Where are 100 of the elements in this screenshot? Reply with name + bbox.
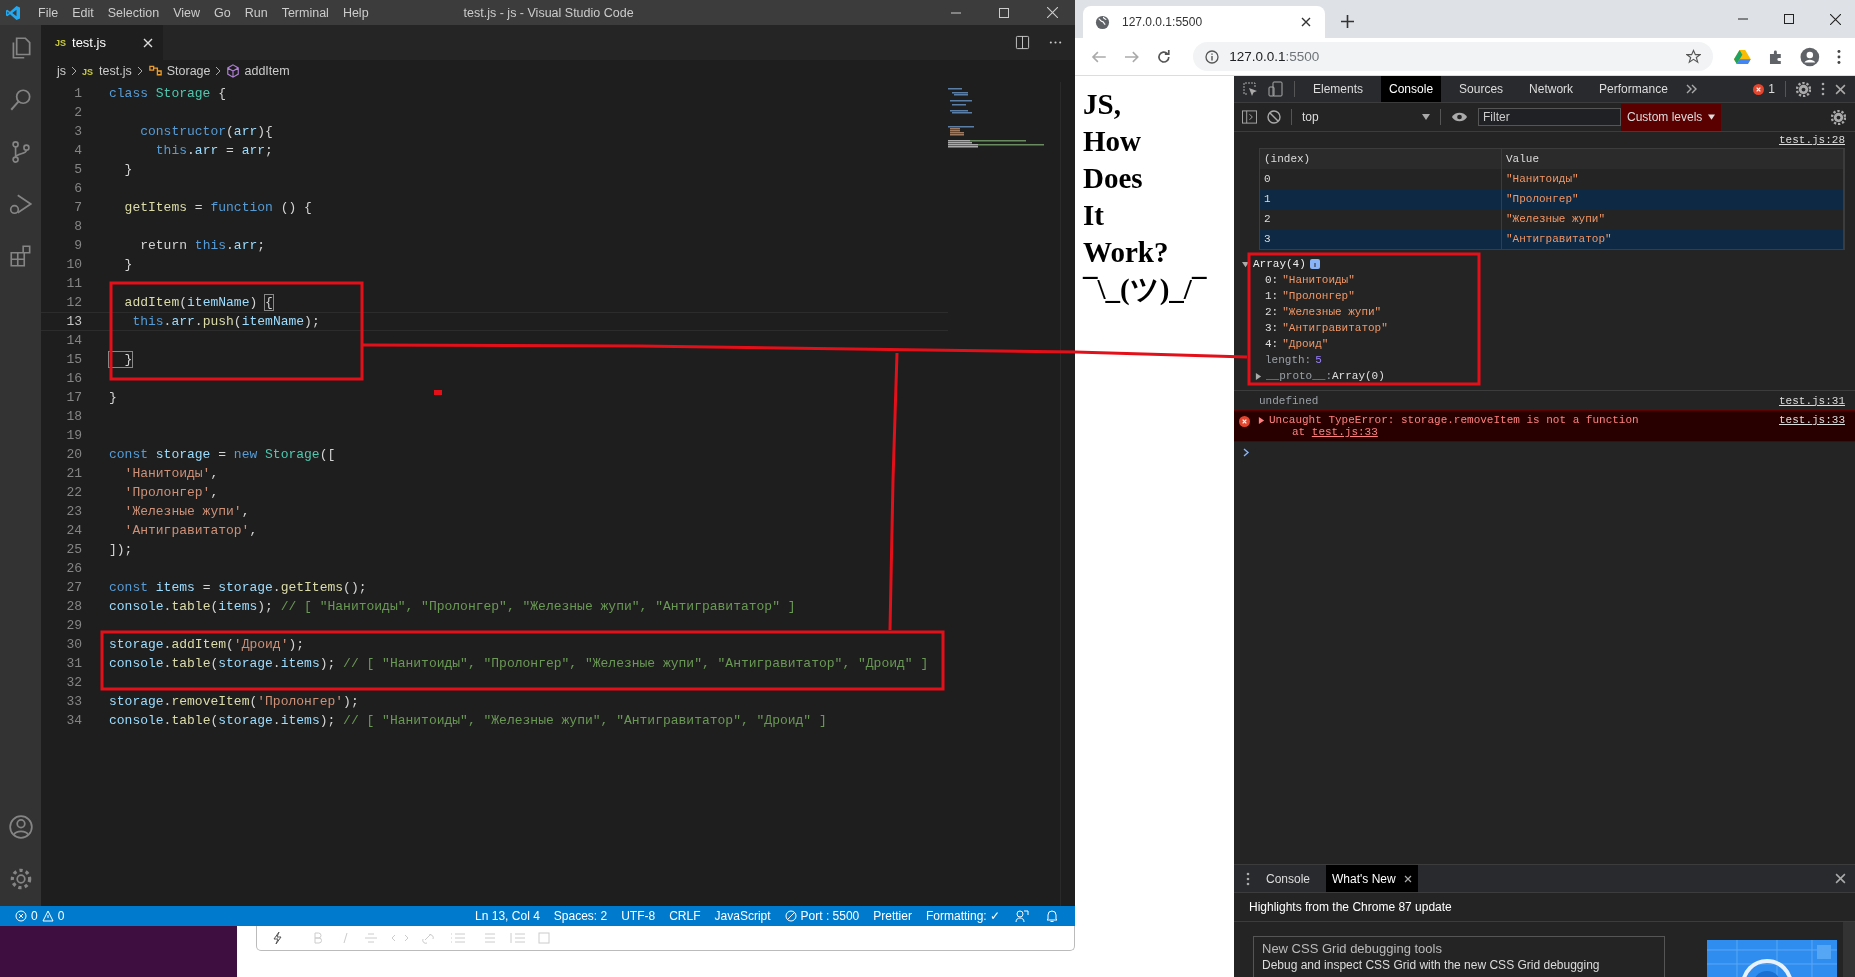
- more-tabs-icon[interactable]: [1685, 83, 1698, 95]
- browser-tab[interactable]: 127.0.0.1:5500: [1083, 6, 1325, 38]
- page-heading: Does: [1083, 161, 1144, 196]
- menu-icon[interactable]: [1837, 48, 1841, 65]
- line-number: 9: [73, 238, 82, 253]
- code-line: console.table(storage.items); // [ "Нанитоиды", "Пролонгер", "Железные жупи", "Антигравитатор", "Дроид" ]: [109, 656, 929, 671]
- line-number: 29: [65, 618, 82, 633]
- line-number: 5: [73, 162, 82, 177]
- close-icon[interactable]: [1835, 873, 1846, 884]
- account-icon[interactable]: [7, 814, 34, 840]
- status-item[interactable]: CRLF: [662, 909, 708, 923]
- bell-icon[interactable]: [1045, 909, 1059, 923]
- line-number: 28: [65, 599, 82, 614]
- menu-item[interactable]: Run: [237, 5, 275, 20]
- close-icon[interactable]: [1403, 874, 1412, 883]
- globe-icon: [1095, 14, 1110, 30]
- split-editor-icon[interactable]: [1015, 35, 1030, 50]
- devtools-tab[interactable]: Network: [1521, 76, 1582, 102]
- drawer-tab[interactable]: What's New: [1326, 865, 1418, 892]
- expand-triangle-icon[interactable]: [1258, 416, 1265, 424]
- maximize-icon[interactable]: [1784, 14, 1794, 24]
- feature-card[interactable]: New CSS Grid debugging tools Debug and inspect CSS Grid with the new CSS Grid debugging: [1253, 936, 1665, 977]
- device-icon[interactable]: [1268, 81, 1284, 97]
- context-select[interactable]: top: [1302, 110, 1430, 124]
- drawer-tab[interactable]: Console: [1260, 865, 1317, 892]
- prompt-icon[interactable]: [1243, 448, 1250, 457]
- breadcrumb-item[interactable]: Storage: [166, 64, 211, 78]
- error-count-badge[interactable]: 1: [1753, 82, 1775, 96]
- breadcrumb-item[interactable]: JS test.js: [82, 64, 132, 78]
- status-item[interactable]: Ln 13, Col 4: [468, 909, 547, 923]
- breadcrumb-item[interactable]: addItem: [244, 64, 290, 78]
- menu-item[interactable]: Selection: [100, 5, 167, 20]
- drawer-headline: Highlights from the Chrome 87 update: [1249, 900, 1452, 914]
- error-icon: [1239, 416, 1250, 427]
- devtools-tab[interactable]: Performance: [1591, 76, 1676, 102]
- expand-triangle-icon[interactable]: [1242, 260, 1249, 268]
- vscode-logo-icon: [5, 4, 21, 21]
- status-item[interactable]: Prettier: [866, 909, 919, 923]
- line-number: 26: [65, 561, 82, 576]
- clear-icon[interactable]: [1267, 110, 1281, 124]
- line-number: 18: [65, 409, 82, 424]
- levels-dropdown[interactable]: Custom levels: [1621, 103, 1722, 131]
- editor-tab[interactable]: JS test.js: [41, 25, 163, 60]
- status-item[interactable]: Formatting: ✓: [918, 909, 1007, 923]
- menu-item[interactable]: File: [31, 5, 66, 20]
- source-link[interactable]: test.js:28: [1779, 134, 1845, 146]
- feedback-icon[interactable]: [1015, 909, 1029, 923]
- more-icon[interactable]: [1246, 871, 1250, 886]
- eye-icon[interactable]: [1451, 111, 1468, 123]
- status-item[interactable]: Spaces: 2: [546, 909, 615, 923]
- menu-item[interactable]: Terminal: [274, 5, 336, 20]
- source-link[interactable]: test.js:33: [1779, 414, 1845, 426]
- line-number: 8: [73, 219, 82, 234]
- status-item[interactable]: JavaScript: [707, 909, 778, 923]
- card-title: New CSS Grid debugging tools: [1262, 941, 1443, 956]
- more-icon[interactable]: [1821, 82, 1825, 96]
- star-icon[interactable]: [1685, 49, 1701, 64]
- menu-item[interactable]: Help: [335, 5, 376, 20]
- settings-icon[interactable]: [1796, 81, 1811, 97]
- settings-icon[interactable]: [1831, 109, 1846, 125]
- reload-icon[interactable]: [1156, 48, 1173, 65]
- menu-item[interactable]: Edit: [65, 5, 101, 20]
- status-item[interactable]: Port : 5500: [777, 909, 867, 923]
- inspect-icon[interactable]: [1242, 81, 1258, 97]
- devtools-tab[interactable]: Console: [1381, 76, 1442, 102]
- devtools-tab[interactable]: Elements: [1305, 76, 1372, 102]
- scrollbar[interactable]: [1843, 922, 1855, 977]
- menu-item[interactable]: View: [166, 5, 207, 20]
- status-item[interactable]: UTF-8: [614, 909, 663, 923]
- annotation-mark: [434, 390, 442, 395]
- sidebar-icon[interactable]: [1242, 110, 1257, 124]
- close-icon[interactable]: [1830, 13, 1841, 25]
- address-bar[interactable]: 127.0.0.1:5500: [1193, 42, 1713, 71]
- object-label[interactable]: Array(4): [1253, 258, 1306, 270]
- property-entry: 1: "Пролонгер": [1265, 289, 1356, 304]
- line-number: 10: [65, 257, 82, 272]
- chevron-icon: [135, 66, 144, 76]
- line-number: 19: [65, 428, 82, 443]
- puzzle-icon[interactable]: [1767, 48, 1784, 65]
- close-icon[interactable]: [1301, 17, 1311, 27]
- avatar-icon[interactable]: [1800, 46, 1821, 67]
- new-tab-icon[interactable]: [1341, 15, 1354, 28]
- source-link[interactable]: test.js:33: [1311, 426, 1378, 438]
- code-line: }: [123, 257, 133, 272]
- code-line: ]);: [109, 542, 133, 557]
- window-title: test.js - js - Visual Studio Code: [463, 5, 634, 20]
- property-entry[interactable]: __proto__:Array(0): [1266, 370, 1385, 382]
- close-icon[interactable]: [1835, 83, 1846, 95]
- info-badge-icon[interactable]: [1309, 259, 1320, 269]
- devtools-tab[interactable]: Sources: [1451, 76, 1512, 102]
- filter-field[interactable]: Filter: [1478, 108, 1621, 126]
- property-entry: 2: "Железные жупи": [1265, 305, 1383, 320]
- problems-indicator[interactable]: 0 0: [8, 909, 72, 923]
- menu-item[interactable]: Go: [207, 5, 238, 20]
- triangle-icon[interactable]: [1733, 49, 1751, 64]
- breadcrumb-item[interactable]: js: [57, 64, 67, 78]
- expand-triangle-icon[interactable]: [1255, 372, 1262, 380]
- source-link[interactable]: test.js:31: [1779, 394, 1845, 407]
- code-line: this.arr.push(itemName);: [131, 314, 320, 329]
- line-number: 30: [65, 637, 82, 652]
